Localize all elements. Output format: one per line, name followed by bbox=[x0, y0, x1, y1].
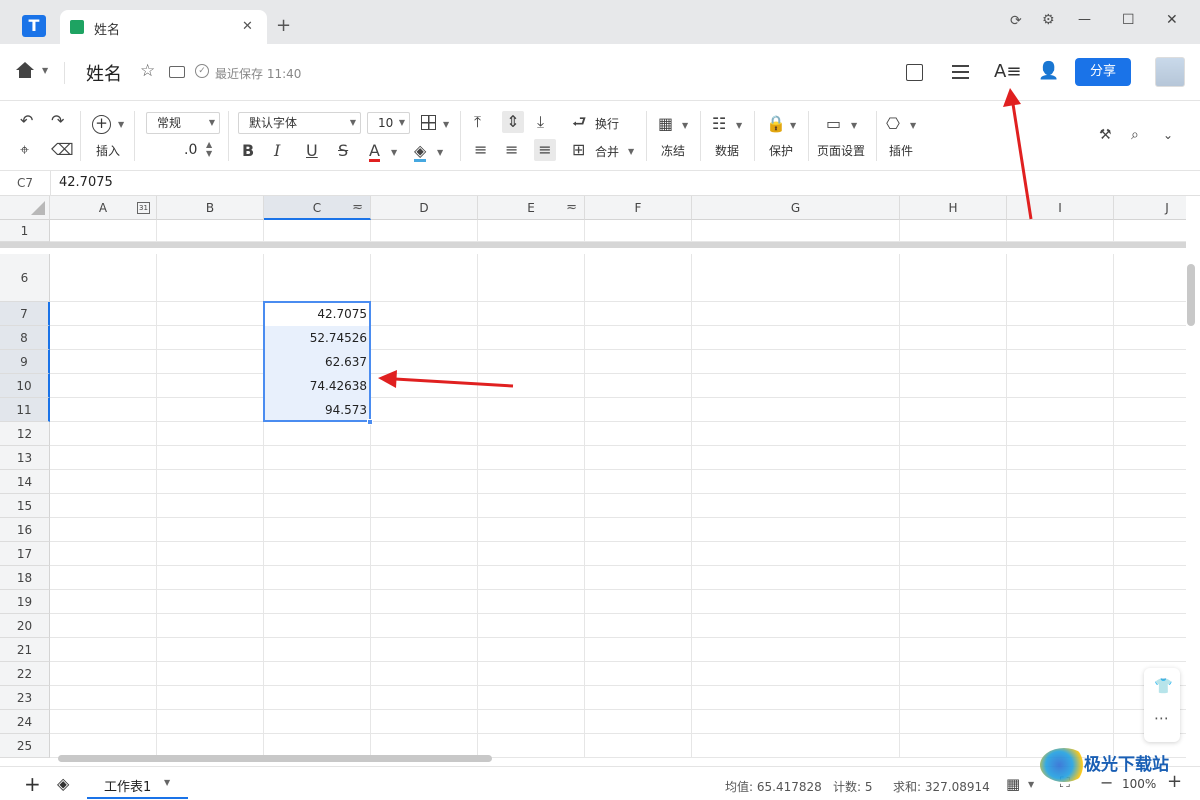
annotation-arrow-cells bbox=[394, 377, 514, 388]
annotation-arrow-toolbar bbox=[1011, 103, 1033, 220]
annotation-arrow-cells-head bbox=[378, 370, 397, 388]
annotation-arrows bbox=[378, 88, 1033, 388]
annotation-arrow-toolbar-head bbox=[1003, 88, 1021, 107]
